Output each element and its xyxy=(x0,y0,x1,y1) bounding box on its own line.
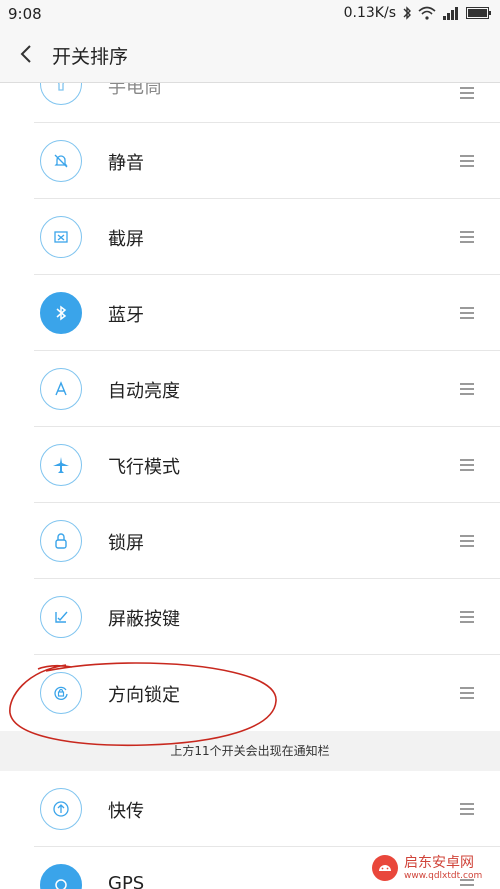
toggle-section-top: 手电筒 静音 截屏 蓝牙 自动亮度 飞行模式 锁屏 屏蔽按键 方向锁定 xyxy=(0,83,500,731)
toggle-label: 屏蔽按键 xyxy=(108,609,180,630)
toggle-label: 截屏 xyxy=(108,229,144,250)
bluetooth-icon xyxy=(40,292,82,334)
status-bar: 9:08 0.13K/s xyxy=(0,0,500,28)
drag-handle-icon[interactable] xyxy=(460,459,474,474)
toggle-row-flashlight[interactable]: 手电筒 xyxy=(0,83,500,123)
wifi-icon xyxy=(418,6,436,20)
mute-bell-icon xyxy=(40,140,82,182)
toggle-row-mute[interactable]: 静音 xyxy=(0,123,500,199)
watermark-text: 启东安卓网 xyxy=(404,854,474,871)
drag-handle-icon[interactable] xyxy=(460,687,474,702)
screenshot-icon xyxy=(40,216,82,258)
toggle-label: 手电筒 xyxy=(108,83,162,98)
toggle-label: GPS xyxy=(108,873,145,889)
toggle-row-quick-transfer[interactable]: 快传 xyxy=(0,771,500,847)
toggle-label: 蓝牙 xyxy=(108,305,144,326)
drag-handle-icon[interactable] xyxy=(460,611,474,626)
toggle-label: 自动亮度 xyxy=(108,381,180,402)
drag-handle-icon[interactable] xyxy=(460,87,474,102)
toggle-row-lock-screen[interactable]: 锁屏 xyxy=(0,503,500,579)
drag-handle-icon[interactable] xyxy=(460,383,474,398)
toggle-row-screenshot[interactable]: 截屏 xyxy=(0,199,500,275)
toggle-label: 飞行模式 xyxy=(108,457,180,478)
gps-icon xyxy=(40,864,82,889)
chevron-left-icon xyxy=(20,45,31,63)
title-bar: 开关排序 xyxy=(0,28,500,83)
quick-transfer-icon xyxy=(40,788,82,830)
toggle-row-rotation-lock[interactable]: 方向锁定 xyxy=(0,655,500,731)
notification-note: 上方11个开关会出现在通知栏 xyxy=(0,731,500,771)
drag-handle-icon[interactable] xyxy=(460,155,474,170)
toggle-row-block-keys[interactable]: 屏蔽按键 xyxy=(0,579,500,655)
flashlight-icon xyxy=(40,83,82,105)
signal-icon xyxy=(443,7,458,20)
drag-handle-icon[interactable] xyxy=(460,535,474,550)
toggle-label: 方向锁定 xyxy=(108,685,180,706)
battery-icon xyxy=(466,7,491,19)
drag-handle-icon[interactable] xyxy=(460,231,474,246)
watermark: 启东安卓网 www.qdlxtdt.com xyxy=(370,850,498,886)
auto-brightness-icon xyxy=(40,368,82,410)
toggle-row-bluetooth[interactable]: 蓝牙 xyxy=(0,275,500,351)
watermark-url: www.qdlxtdt.com xyxy=(404,870,483,881)
lock-icon xyxy=(40,520,82,562)
toggle-row-auto-brightness[interactable]: 自动亮度 xyxy=(0,351,500,427)
drag-handle-icon[interactable] xyxy=(460,307,474,322)
drag-handle-icon[interactable] xyxy=(460,803,474,818)
toggle-label: 快传 xyxy=(108,801,144,822)
rotation-lock-icon xyxy=(40,672,82,714)
back-button[interactable] xyxy=(12,40,40,68)
bluetooth-status-icon xyxy=(403,6,411,20)
page-title: 开关排序 xyxy=(52,46,129,68)
block-keys-icon xyxy=(40,596,82,638)
toggle-label: 锁屏 xyxy=(108,533,144,554)
android-logo-icon xyxy=(372,855,398,881)
toggle-row-airplane[interactable]: 飞行模式 xyxy=(0,427,500,503)
status-time: 9:08 xyxy=(8,5,42,23)
toggle-label: 静音 xyxy=(108,153,144,174)
airplane-icon xyxy=(40,444,82,486)
network-speed: 0.13K/s xyxy=(343,5,396,21)
status-icons: 0.13K/s xyxy=(344,5,492,21)
toggle-list: 手电筒 静音 截屏 蓝牙 自动亮度 飞行模式 锁屏 屏蔽按键 方向锁定 上方11… xyxy=(0,83,500,889)
